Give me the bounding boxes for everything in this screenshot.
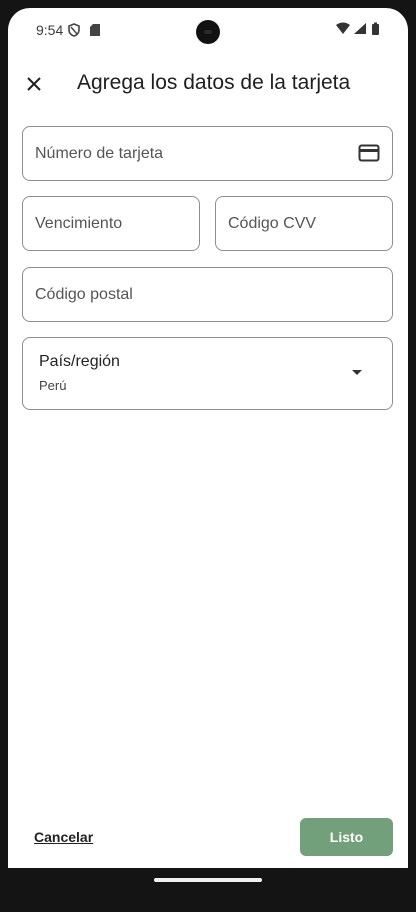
sd-card-icon — [90, 24, 100, 36]
cvv-placeholder: Código CVV — [228, 215, 317, 232]
status-bar: 9:54 — [8, 8, 408, 52]
status-indicators — [336, 22, 379, 35]
cvv-field[interactable]: Código CVV — [215, 196, 393, 251]
country-dropdown[interactable]: País/región Perú — [22, 337, 393, 410]
expiry-placeholder: Vencimiento — [35, 215, 123, 232]
front-camera — [196, 20, 220, 44]
home-indicator[interactable] — [154, 878, 262, 882]
expiry-field[interactable]: Vencimiento — [22, 196, 200, 251]
device-frame: 9:54 Agrega los datos de la tarjeta Núme… — [0, 0, 416, 912]
page-title: Agrega los datos de la tarjeta — [77, 71, 351, 94]
battery-icon — [372, 24, 379, 35]
postal-code-placeholder: Código postal — [35, 286, 133, 303]
wifi-icon — [336, 22, 350, 34]
postal-code-field[interactable]: Código postal — [22, 267, 393, 322]
app-screen: 9:54 Agrega los datos de la tarjeta Núme… — [8, 8, 408, 896]
country-value: Perú — [39, 378, 67, 393]
cancel-button[interactable]: Cancelar — [34, 829, 93, 845]
signal-icon — [354, 23, 366, 34]
dropdown-arrow-icon — [352, 370, 362, 375]
close-button[interactable] — [20, 70, 48, 98]
close-icon — [27, 77, 41, 91]
app-bar: Agrega los datos de la tarjeta — [8, 56, 408, 112]
credit-card-icon — [358, 144, 380, 162]
status-time: 9:54 — [36, 22, 64, 38]
done-button[interactable]: Listo — [300, 818, 393, 856]
shield-icon — [68, 23, 80, 37]
card-number-placeholder: Número de tarjeta — [35, 145, 164, 162]
country-label: País/región — [39, 353, 120, 370]
navigation-bar — [8, 868, 408, 896]
card-number-field[interactable]: Número de tarjeta — [22, 126, 393, 181]
